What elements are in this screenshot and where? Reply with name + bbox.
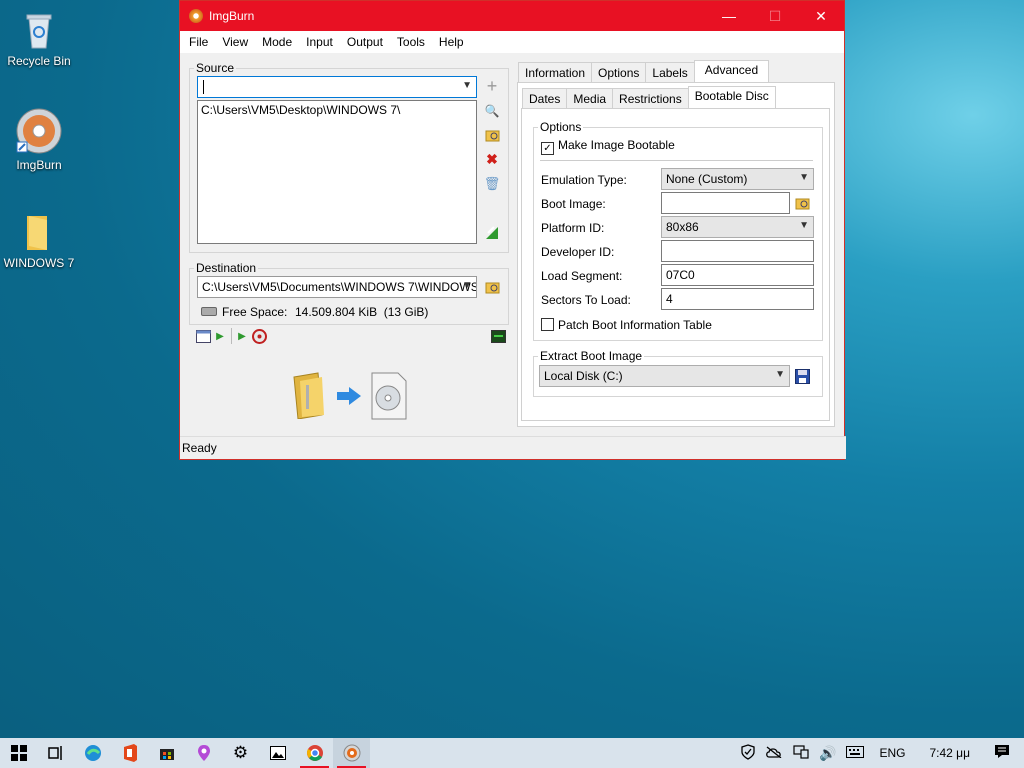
chevron-down-icon: ▼ [775, 369, 785, 380]
desktop-icon-label: Recycle Bin [7, 54, 71, 68]
checkbox-checked-icon: ✓ [541, 142, 554, 155]
menu-view[interactable]: View [215, 35, 255, 49]
menu-mode[interactable]: Mode [255, 35, 299, 49]
disc-image-illustration [370, 371, 408, 424]
list-item[interactable]: C:\Users\VM5\Desktop\WINDOWS 7\ [201, 103, 473, 117]
emulation-type-select[interactable]: None (Custom) ▼ [661, 168, 814, 190]
emulation-type-label: Emulation Type: [541, 173, 627, 187]
maximize-button[interactable]: ☐ [752, 1, 798, 31]
menu-file[interactable]: File [182, 35, 215, 49]
sectors-to-load-label: Sectors To Load: [541, 293, 631, 307]
keyboard-icon[interactable] [841, 745, 869, 761]
window-title: ImgBurn [209, 9, 255, 23]
office-icon[interactable] [111, 738, 148, 768]
input-language[interactable]: ENG [869, 746, 915, 760]
desktop-icon-recycle-bin[interactable]: Recycle Bin [3, 10, 75, 68]
checkbox-unchecked-icon [541, 318, 554, 331]
log-window-icon[interactable] [195, 328, 211, 344]
menu-input[interactable]: Input [299, 35, 340, 49]
minimize-button[interactable]: — [706, 1, 752, 31]
title-bar[interactable]: ImgBurn — ☐ ✕ [180, 1, 844, 31]
chevron-down-icon: ▼ [799, 220, 809, 231]
settings-gear-icon[interactable]: ⚙ [222, 738, 259, 768]
browse-folder-icon[interactable] [484, 127, 500, 143]
windows-start-icon[interactable] [0, 738, 37, 768]
system-tray: 🔊 ENG 7:42 μμ [736, 738, 1024, 768]
arrow-right-icon [335, 386, 363, 409]
hard-drive-icon [201, 307, 217, 316]
add-file-icon[interactable]: + [484, 76, 500, 96]
edge-browser-icon[interactable] [74, 738, 111, 768]
recycle-bin-icon [19, 10, 59, 50]
menu-help[interactable]: Help [432, 35, 471, 49]
toolbar-divider [231, 328, 232, 344]
imgburn-window: ImgBurn — ☐ ✕ File View Mode Input Outpu… [179, 0, 846, 460]
chevron-down-icon: ▼ [799, 172, 809, 183]
desktop-icon-label: WINDOWS 7 [3, 256, 75, 270]
chevron-down-icon: ▼ [462, 80, 472, 91]
volume-icon[interactable]: 🔊 [814, 745, 841, 762]
platform-id-label: Platform ID: [541, 221, 605, 235]
device-monitor-icon[interactable] [490, 328, 506, 344]
browse-boot-image-icon[interactable] [794, 195, 810, 211]
imgburn-disc-icon [16, 108, 62, 154]
folder-icon [19, 212, 59, 252]
source-legend: Source [196, 61, 235, 75]
options-divider [540, 160, 813, 161]
developer-id-field[interactable] [661, 240, 814, 262]
free-space-label: Free Space: [222, 305, 288, 319]
task-view-icon[interactable] [37, 738, 74, 768]
network-icon[interactable] [788, 744, 814, 762]
extract-drive-select[interactable]: Local Disk (C:) ▼ [539, 365, 790, 387]
calculate-icon[interactable] [484, 225, 500, 241]
patch-boot-info-checkbox[interactable]: Patch Boot Information Table [541, 318, 712, 332]
browse-destination-icon[interactable] [484, 279, 500, 295]
source-file-list[interactable]: C:\Users\VM5\Desktop\WINDOWS 7\ [197, 100, 477, 244]
desktop-icon-imgburn[interactable]: ImgBurn [3, 108, 75, 172]
make-bootable-checkbox[interactable]: ✓ Make Image Bootable [541, 138, 675, 155]
taskbar: ⚙ 🔊 ENG 7:42 μμ [0, 738, 1024, 768]
source-combo[interactable]: ▼ [197, 76, 477, 98]
onedrive-offline-icon[interactable] [760, 745, 788, 761]
notification-center-icon[interactable] [984, 744, 1024, 762]
menu-tools[interactable]: Tools [390, 35, 432, 49]
security-shield-icon[interactable] [736, 743, 760, 763]
clear-list-icon[interactable]: 🗑 [484, 176, 501, 192]
platform-id-select[interactable]: 80x86 ▼ [661, 216, 814, 238]
desktop-icon-label: ImgBurn [16, 158, 62, 172]
photos-icon[interactable] [259, 738, 296, 768]
menu-bar: File View Mode Input Output Tools Help [180, 31, 844, 53]
status-bar: Ready [180, 436, 846, 459]
imgburn-taskbar-icon[interactable] [333, 738, 370, 768]
play-queue-icon[interactable]: ▶ [234, 328, 250, 344]
clock-time[interactable]: 7:42 μμ [915, 746, 984, 760]
save-icon[interactable] [794, 368, 810, 384]
load-segment-label: Load Segment: [541, 269, 623, 283]
folder-source-illustration [292, 371, 328, 422]
boot-image-field[interactable] [661, 192, 790, 214]
destination-combo[interactable]: C:\Users\VM5\Documents\WINDOWS 7\WINDOWS… [197, 276, 477, 298]
boot-image-label: Boot Image: [541, 197, 606, 211]
burn-disc-icon[interactable] [251, 328, 267, 344]
chevron-down-icon: ▼ [462, 280, 472, 291]
free-space-value: 14.509.804 KiB (13 GiB) [295, 305, 429, 319]
browse-file-icon[interactable]: 🔍 [484, 103, 500, 119]
remove-icon[interactable]: ✖ [484, 151, 500, 167]
developer-id-label: Developer ID: [541, 245, 615, 259]
desktop-icon-windows7-folder[interactable]: WINDOWS 7 [3, 212, 75, 270]
store-icon[interactable] [148, 738, 185, 768]
sectors-to-load-field[interactable]: 4 [661, 288, 814, 310]
menu-output[interactable]: Output [340, 35, 390, 49]
imgburn-app-icon [189, 9, 203, 23]
load-segment-field[interactable]: 07C0 [661, 264, 814, 286]
maps-pin-icon[interactable] [185, 738, 222, 768]
status-text: Ready [182, 441, 217, 455]
extract-boot-image-legend: Extract Boot Image [540, 349, 643, 363]
play-icon[interactable]: ▶ [212, 328, 228, 344]
close-button[interactable]: ✕ [798, 1, 844, 31]
chrome-icon[interactable] [296, 738, 333, 768]
destination-legend: Destination [196, 261, 257, 275]
options-legend: Options [540, 120, 582, 134]
